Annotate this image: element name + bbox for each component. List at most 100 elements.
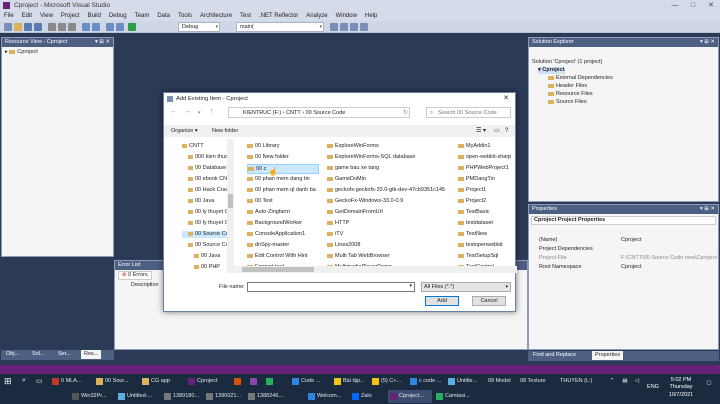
menu-edit[interactable]: Edit xyxy=(18,11,36,21)
file-item[interactable]: TestBasic xyxy=(458,208,490,216)
toolbox-icon[interactable] xyxy=(360,23,368,31)
file-item[interactable]: ConsoleApplication1 xyxy=(247,230,305,238)
pin-icon[interactable]: ▾ ⊞ ✕ xyxy=(700,38,715,47)
menu-file[interactable]: File xyxy=(0,11,18,21)
file-item[interactable]: Lines2008 xyxy=(327,241,360,249)
address-bar[interactable]: KIENTRUC (F:) › CNTT › 00 Source Code xyxy=(228,107,410,118)
solution-node[interactable]: Solution 'Cproject' (1 project) xyxy=(532,59,602,66)
tab-resource-view[interactable]: Res... xyxy=(81,350,102,359)
cut-icon[interactable] xyxy=(48,23,56,31)
paste-icon[interactable] xyxy=(68,23,76,31)
prop-namespace-value[interactable]: Cproject xyxy=(621,264,641,271)
search-box[interactable]: Search 00 Source Code ⌕ xyxy=(426,107,511,118)
taskbar-item[interactable]: Win32Pr... xyxy=(70,390,114,403)
taskbar-item[interactable]: Bài tập... xyxy=(332,375,368,388)
tab-find-replace[interactable]: Find and Replace xyxy=(530,351,579,360)
tree-item-resource-files[interactable]: Resource Files xyxy=(548,91,593,98)
volume-icon[interactable]: ◁ xyxy=(632,378,642,385)
menu-project[interactable]: Project xyxy=(57,11,84,21)
prop-name-value[interactable]: Cproject xyxy=(621,237,641,244)
clock-time[interactable]: 5:02 PM xyxy=(664,377,698,384)
pin-icon[interactable]: ▾ ⊞ ✕ xyxy=(700,205,715,214)
tree-item-header-files[interactable]: Header Files xyxy=(548,83,587,90)
file-item[interactable]: 00 phan mem ql danh ba xyxy=(247,186,316,194)
taskbar-item[interactable]: CG app xyxy=(140,375,184,388)
taskbar-item[interactable]: Untitle... xyxy=(446,375,482,388)
up-arrow-icon[interactable]: ↑ xyxy=(210,108,214,115)
properties-icon[interactable] xyxy=(350,23,358,31)
tree-item-external-deps[interactable]: External Dependencies xyxy=(548,75,613,82)
breadcrumb-drive[interactable]: KIENTRUC (F:) xyxy=(243,110,281,116)
file-item[interactable]: iTV xyxy=(327,230,343,238)
file-item[interactable]: Auto-Zingfarm xyxy=(247,208,290,216)
open-icon[interactable] xyxy=(14,23,22,31)
menu-help[interactable]: Help xyxy=(361,11,381,21)
start-debug-icon[interactable] xyxy=(128,23,136,31)
taskbar-item[interactable]: THUYEN (L:) xyxy=(558,375,598,388)
new-folder-button[interactable]: New folder xyxy=(212,125,238,137)
file-type-select[interactable]: All Files (*.*) ▾ xyxy=(421,282,511,292)
find-icon[interactable] xyxy=(330,23,338,31)
forward-arrow-icon[interactable]: → xyxy=(184,108,191,115)
file-list-scrollbar[interactable] xyxy=(234,266,517,273)
menu-reflector[interactable]: .NET Reflector xyxy=(255,11,302,21)
file-item[interactable]: TestNew xyxy=(458,230,487,238)
file-item[interactable]: ExploreWinForms-SQL database xyxy=(327,153,416,161)
navigate-back-icon[interactable] xyxy=(106,23,114,31)
close-button[interactable]: ✕ xyxy=(702,0,720,11)
menu-architecture[interactable]: Architecture xyxy=(196,11,236,21)
file-item[interactable]: Project1 xyxy=(458,186,486,194)
file-item[interactable]: BackgroundWorker xyxy=(247,219,302,227)
taskbar-item[interactable]: Cproject xyxy=(186,375,230,388)
tray-chevron-icon[interactable]: ⌃ xyxy=(606,378,618,385)
target-select[interactable]: main(▾ xyxy=(236,22,324,32)
file-item[interactable]: 00 Test xyxy=(247,197,273,205)
navigate-forward-icon[interactable] xyxy=(116,23,124,31)
project-node[interactable]: ▾ Cproject xyxy=(538,67,565,74)
taskbar-item[interactable] xyxy=(248,375,262,388)
taskbar-item[interactable]: Welcom... xyxy=(306,390,348,403)
tree-item-source-files[interactable]: Source Files xyxy=(548,99,587,106)
file-item[interactable]: 00 New folder xyxy=(247,153,289,161)
taskbar-item[interactable]: c code ... xyxy=(408,375,444,388)
taskbar-item-active[interactable]: Cproject... xyxy=(388,390,432,403)
file-item[interactable]: Multi Tab WebBrowser xyxy=(327,252,390,260)
taskbar-item[interactable] xyxy=(264,375,278,388)
pin-icon[interactable]: ▾ ⊞ ✕ xyxy=(95,38,110,47)
recent-dropdown-icon[interactable]: ▾ xyxy=(198,110,201,116)
menu-debug[interactable]: Debug xyxy=(105,11,131,21)
taskbar-item[interactable]: Code ... xyxy=(290,375,330,388)
organize-button[interactable]: Organize ▾ xyxy=(171,125,198,137)
save-all-icon[interactable] xyxy=(34,23,42,31)
menu-tools[interactable]: Tools xyxy=(174,11,196,21)
file-item[interactable]: ExploreWinForms xyxy=(327,142,379,150)
tab-solution-explorer[interactable]: Sol... xyxy=(29,350,48,359)
taskbar-item[interactable]: (5) C+... xyxy=(370,375,406,388)
file-item[interactable]: HTTP xyxy=(327,219,349,227)
description-column-header[interactable]: Description xyxy=(131,282,159,289)
file-name-input[interactable]: ▾ xyxy=(247,282,415,292)
tab-object-browser[interactable]: Obj... xyxy=(3,350,22,359)
menu-build[interactable]: Build xyxy=(84,11,105,21)
taskbar-item[interactable]: Untitled-... xyxy=(116,390,160,403)
taskbar-item[interactable]: 08 Texture xyxy=(518,375,552,388)
task-view-icon[interactable]: ▭ xyxy=(36,377,43,385)
file-item[interactable]: testdataset xyxy=(458,219,493,227)
undo-icon[interactable] xyxy=(82,23,90,31)
errors-filter-button[interactable]: ⊗ 0 Errors xyxy=(118,271,152,280)
menu-analyze[interactable]: Analyze xyxy=(302,11,331,21)
file-item[interactable]: MyAddin1 xyxy=(458,142,490,150)
menu-test[interactable]: Test xyxy=(236,11,255,21)
save-icon[interactable] xyxy=(24,23,32,31)
taskbar-item[interactable]: 00 Sour... xyxy=(94,375,138,388)
file-item[interactable]: Edit Control With Hint xyxy=(247,252,308,260)
taskbar-item[interactable]: Zalo xyxy=(350,390,386,403)
nav-item[interactable]: 00 Java xyxy=(194,253,246,260)
network-icon[interactable]: ▤ xyxy=(620,378,630,385)
menu-data[interactable]: Data xyxy=(153,11,174,21)
cancel-button[interactable]: Cancel xyxy=(472,296,506,306)
file-item[interactable]: GetDomainFromUrl xyxy=(327,208,383,216)
taskbar-item[interactable]: 1389180... xyxy=(162,390,202,403)
menu-team[interactable]: Team xyxy=(131,11,154,21)
add-button[interactable]: Add xyxy=(425,296,459,306)
